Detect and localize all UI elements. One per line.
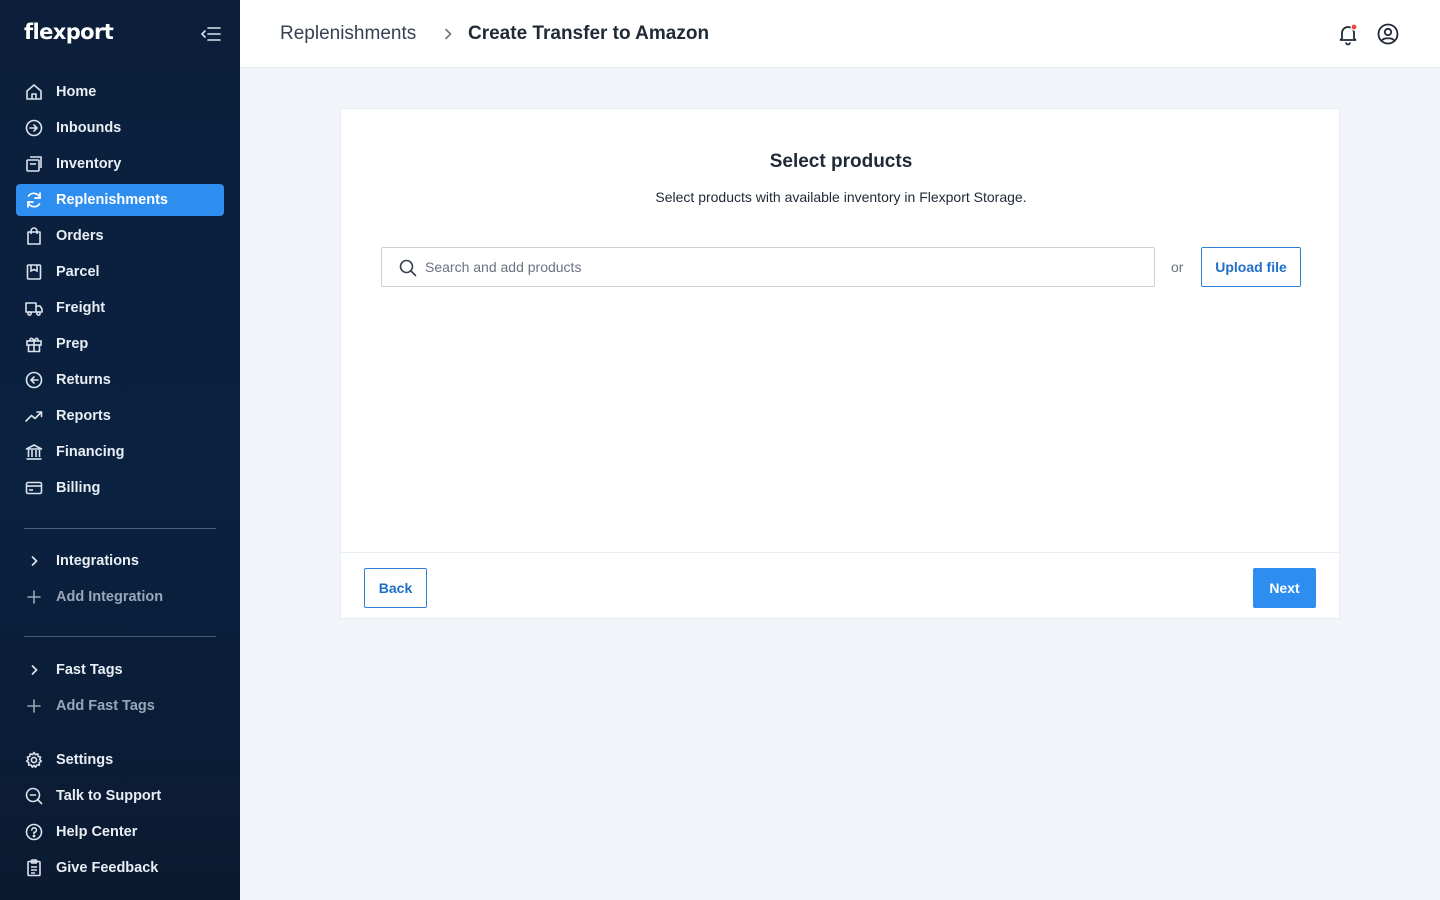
upload-file-button[interactable]: Upload file [1201,247,1301,287]
card-icon [24,478,44,498]
search-input[interactable] [425,248,1145,286]
orders-bag-icon [24,226,44,246]
sidebar-item-integrations[interactable]: Integrations [16,545,224,577]
sidebar-divider [24,636,216,637]
sidebar-item-help-center[interactable]: Help Center [16,816,224,848]
help-icon [24,822,44,842]
page-title: Create Transfer to Amazon [468,23,710,44]
sidebar-item-home[interactable]: Home [16,76,224,108]
sidebar-item-add-fast-tags[interactable]: Add Fast Tags [16,690,224,722]
replenishments-icon [24,190,44,210]
sidebar-item-financing[interactable]: Financing [16,436,224,468]
sidebar-item-label: Home [56,84,97,100]
collapse-sidebar-icon[interactable] [200,24,222,44]
search-icon [398,258,418,278]
next-button[interactable]: Next [1253,568,1316,608]
sidebar-item-label: Help Center [56,824,138,840]
sidebar-item-label: Billing [56,480,101,496]
sidebar-item-fast-tags[interactable]: Fast Tags [16,654,224,686]
sidebar-item-label: Settings [56,752,114,768]
sidebar-item-label: Freight [56,300,106,316]
plus-icon [24,587,44,607]
trend-icon [24,406,44,426]
card-footer: Back Next [341,552,1339,619]
sidebar-item-settings[interactable]: Settings [16,744,224,776]
plus-icon [24,696,44,716]
home-icon [24,82,44,102]
sidebar-item-replenishments[interactable]: Replenishments [16,184,224,216]
flexport-logo[interactable]: flexport [24,20,114,44]
sidebar-divider [24,528,216,529]
sidebar-item-reports[interactable]: Reports [16,400,224,432]
chevron-right-icon [24,660,44,680]
returns-icon [24,370,44,390]
sidebar-item-label: Returns [56,372,111,388]
sidebar-item-inventory[interactable]: Inventory [16,148,224,180]
sidebar-item-label: Add Fast Tags [56,698,155,714]
chevron-right-icon [24,551,44,571]
sidebar-item-label: Inventory [56,156,122,172]
breadcrumb-replenishments[interactable]: Replenishments [280,22,416,46]
support-chat-icon [24,786,44,806]
sidebar-item-inbounds[interactable]: Inbounds [16,112,224,144]
sidebar-item-parcel[interactable]: Parcel [16,256,224,288]
card-subtitle: Select products with available inventory… [655,189,1027,205]
sidebar-item-label: Financing [56,444,125,460]
sidebar-item-talk-to-support[interactable]: Talk to Support [16,780,224,812]
card-title: Select products [769,151,913,172]
or-label: or [1171,259,1184,275]
chevron-right-icon [440,26,456,42]
select-products-card: Select products Select products with ava… [340,108,1340,619]
sidebar-item-give-feedback[interactable]: Give Feedback [16,852,224,884]
sidebar-item-label: Orders [56,228,104,244]
sidebar-item-label: Replenishments [56,192,168,208]
sidebar-item-label: Integrations [56,553,139,569]
sidebar-item-freight[interactable]: Freight [16,292,224,324]
sidebar-item-label: Prep [56,336,89,352]
inbounds-icon [24,118,44,138]
product-search[interactable] [381,247,1155,287]
clipboard-icon [24,858,44,878]
sidebar-item-label: Reports [56,408,111,424]
sidebar-item-prep[interactable]: Prep [16,328,224,360]
sidebar-item-label: Give Feedback [56,860,159,876]
sidebar-item-label: Add Integration [56,589,164,605]
sidebar-item-label: Talk to Support [56,788,162,804]
gear-icon [24,750,44,770]
notification-bell-icon[interactable] [1336,22,1360,46]
truck-icon [24,298,44,318]
sidebar-item-label: Parcel [56,264,100,280]
inventory-icon [24,154,44,174]
sidebar-item-label: Fast Tags [56,662,123,678]
sidebar: flexport Home Inbounds Inventory Repleni… [0,0,240,900]
parcel-icon [24,262,44,282]
sidebar-item-label: Inbounds [56,120,122,136]
sidebar-item-billing[interactable]: Billing [16,472,224,504]
gift-icon [24,334,44,354]
sidebar-item-orders[interactable]: Orders [16,220,224,252]
sidebar-item-add-integration[interactable]: Add Integration [16,581,224,613]
sidebar-item-returns[interactable]: Returns [16,364,224,396]
top-header: Replenishments Create Transfer to Amazon [240,0,1440,68]
back-button[interactable]: Back [364,568,427,608]
bank-icon [24,442,44,462]
account-icon[interactable] [1376,22,1400,46]
